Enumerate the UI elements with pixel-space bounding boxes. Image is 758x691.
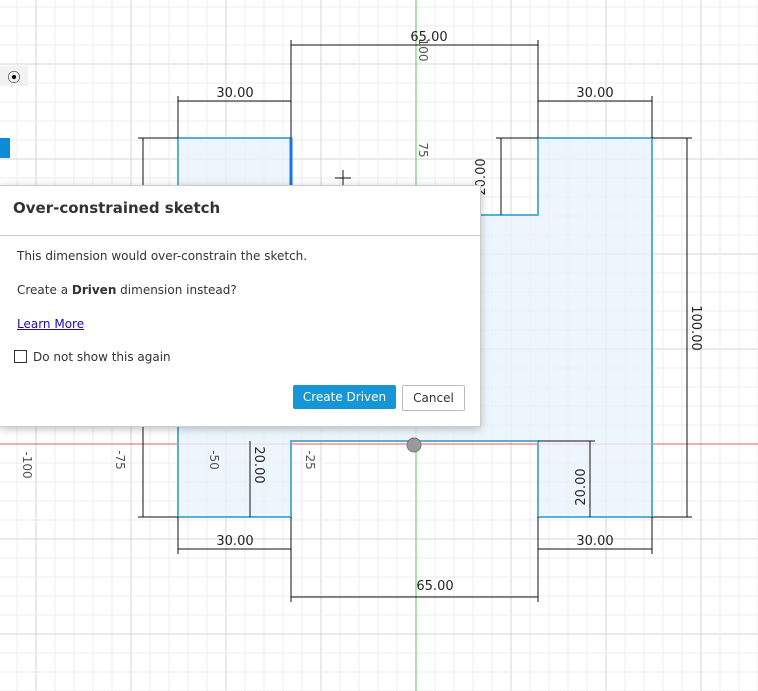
dialog-message: This dimension would over-constrain the … [17,249,308,263]
over-constrained-dialog: Over-constrained sketch This dimension w… [0,185,481,427]
axis-label: -25 [303,450,317,470]
axis-label: -75 [113,450,127,470]
dim-right-height[interactable]: 100.00 [688,305,703,351]
cancel-button[interactable]: Cancel [402,385,465,411]
question-bold: Driven [71,283,117,297]
dim-bottom-right-notch[interactable]: 20.00 [574,468,589,505]
dialog-question: Create a Driven dimension instead? [17,283,237,297]
question-text: Create a [17,283,72,297]
create-driven-button[interactable]: Create Driven [293,385,396,409]
dim-top-right[interactable]: 30.00 [576,86,613,101]
dim-bottom-left[interactable]: 30.00 [216,534,253,549]
dim-bottom-right[interactable]: 30.00 [576,534,613,549]
dim-bottom-width[interactable]: 65.00 [416,579,453,594]
toolbar-radio-button[interactable]: ⦿ [0,66,28,86]
toolbar-active-button[interactable] [0,138,10,158]
dim-bottom-left-notch[interactable]: 20.00 [251,446,266,483]
learn-more-link[interactable]: Learn More [17,317,84,331]
checkbox-label: Do not show this again [33,350,171,364]
origin-point[interactable] [406,437,422,453]
axis-label: -100 [20,451,34,478]
question-text: dimension instead? [116,283,237,297]
axis-label: 75 [416,142,430,157]
dialog-title: Over-constrained sketch [0,186,480,236]
axis-label: 100 [416,39,430,62]
do-not-show-checkbox[interactable] [14,350,27,363]
radio-icon: ⦿ [7,70,21,86]
axis-label: -50 [207,450,221,470]
dim-top-left[interactable]: 30.00 [216,86,253,101]
